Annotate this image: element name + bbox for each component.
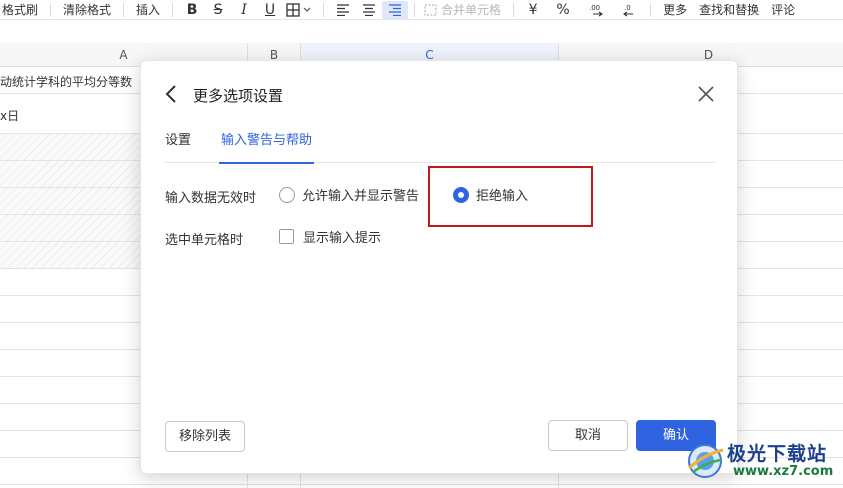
close-icon bbox=[698, 86, 714, 102]
format-painter-button[interactable]: 格式刷 bbox=[0, 1, 44, 18]
cell-a2[interactable]: x日 bbox=[0, 107, 19, 124]
radio-allow-with-warning-label: 允许输入并显示警告 bbox=[302, 189, 420, 204]
watermark-logo-icon bbox=[688, 444, 724, 478]
tab-input-warning-help[interactable]: 输入警告与帮助 bbox=[218, 131, 315, 164]
increase-decimal-icon[interactable]: .00 bbox=[580, 1, 614, 19]
italic-icon[interactable]: I bbox=[231, 1, 257, 19]
merge-cells-icon bbox=[421, 1, 439, 19]
close-button[interactable] bbox=[695, 83, 717, 105]
toolbar-divider bbox=[50, 2, 52, 17]
insert-button[interactable]: 插入 bbox=[130, 1, 166, 18]
find-replace-button[interactable]: 查找和替换 bbox=[693, 1, 765, 18]
borders-icon[interactable] bbox=[283, 1, 317, 19]
svg-text:.00: .00 bbox=[589, 4, 600, 12]
merge-cells-button[interactable]: 合并单元格 bbox=[439, 1, 507, 18]
back-button[interactable] bbox=[161, 83, 181, 105]
bold-icon[interactable]: B bbox=[179, 1, 205, 19]
align-left-icon[interactable] bbox=[330, 1, 356, 19]
align-right-icon[interactable] bbox=[382, 0, 409, 19]
more-button[interactable]: 更多 bbox=[657, 1, 693, 18]
toolbar-divider bbox=[123, 2, 125, 17]
comment-button[interactable]: 评论 bbox=[765, 1, 801, 18]
show-input-hint-checkbox[interactable]: 显示输入提示 bbox=[279, 227, 381, 246]
highlight-annotation bbox=[428, 166, 593, 227]
chevron-left-icon bbox=[165, 85, 176, 103]
show-input-hint-label: 显示输入提示 bbox=[303, 231, 382, 246]
tab-settings[interactable]: 设置 bbox=[165, 131, 191, 163]
watermark-url: www.xz7.com bbox=[733, 464, 834, 479]
checkbox-unchecked-icon bbox=[279, 229, 294, 244]
invalid-data-label: 输入数据无效时 bbox=[165, 191, 257, 206]
underline-icon[interactable]: U bbox=[257, 1, 283, 19]
toolbar-divider bbox=[650, 2, 652, 17]
cell-a1[interactable]: 动统计学科的平均分等数 bbox=[0, 73, 132, 90]
radio-unchecked-icon bbox=[279, 186, 295, 203]
clear-format-button[interactable]: 清除格式 bbox=[57, 1, 117, 18]
percent-icon[interactable]: % bbox=[546, 1, 580, 19]
dialog-title: 更多选项设置 bbox=[193, 87, 284, 105]
watermark: 极光下载站 www.xz7.com bbox=[683, 432, 843, 488]
toolbar-divider bbox=[172, 2, 174, 17]
toolbar-divider bbox=[323, 2, 325, 17]
toolbar-divider bbox=[414, 2, 416, 17]
strikethrough-icon[interactable]: S bbox=[205, 1, 231, 19]
dialog-tabs: 设置 输入警告与帮助 bbox=[165, 131, 715, 164]
currency-icon[interactable]: ¥ bbox=[520, 1, 546, 19]
radio-allow-with-warning[interactable]: 允许输入并显示警告 bbox=[279, 185, 419, 204]
on-select-label: 选中单元格时 bbox=[165, 233, 244, 248]
toolbar: 格式刷 清除格式 插入 B S I U 合并单元格 ¥ % .00 .0 更多 … bbox=[0, 0, 843, 20]
remove-list-button[interactable]: 移除列表 bbox=[165, 421, 245, 452]
svg-text:.0: .0 bbox=[624, 4, 631, 12]
decrease-decimal-icon[interactable]: .0 bbox=[614, 1, 644, 19]
more-options-dialog: 更多选项设置 设置 输入警告与帮助 输入数据无效时 允许输入并显示警告 拒绝输入… bbox=[140, 60, 738, 474]
cancel-button[interactable]: 取消 bbox=[548, 420, 628, 451]
watermark-name: 极光下载站 bbox=[727, 443, 828, 465]
toolbar-divider bbox=[513, 2, 515, 17]
align-center-icon[interactable] bbox=[356, 1, 382, 19]
